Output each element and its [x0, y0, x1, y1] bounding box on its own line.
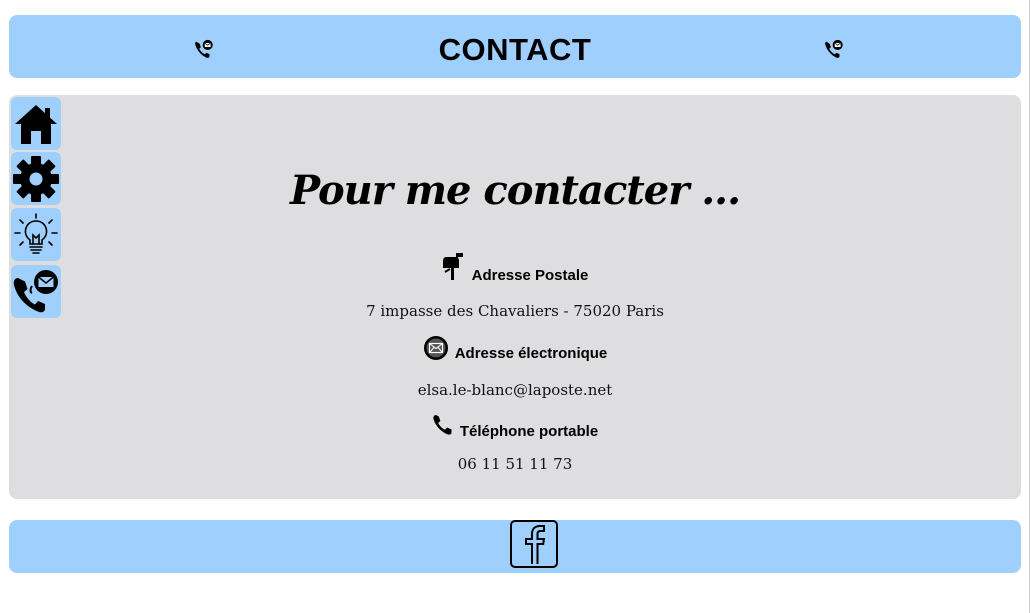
phone-value[interactable]: 06 11 51 11 73	[9, 455, 1021, 473]
mailbox-icon	[442, 252, 466, 285]
lightbulb-icon	[14, 212, 58, 254]
email-address-value[interactable]: elsa.le-blanc@laposte.net	[9, 381, 1021, 399]
page-header: CONTACT	[9, 15, 1021, 78]
page-title: CONTACT	[438, 32, 592, 67]
facebook-link[interactable]	[510, 520, 558, 568]
phone-mail-icon	[823, 39, 845, 61]
page-footer	[9, 520, 1021, 573]
nav-home-button[interactable]	[11, 97, 61, 150]
envelope-circle-icon	[423, 335, 449, 366]
facebook-icon	[525, 525, 546, 564]
postal-address-row: Adresse Postale	[9, 252, 1021, 285]
postal-address-value: 7 impasse des Chavaliers - 75020 Paris	[366, 302, 664, 320]
phone-icon	[432, 414, 454, 441]
home-icon	[15, 104, 57, 144]
email-address-row: Adresse électronique	[9, 335, 1021, 366]
contact-heading: Pour me contacter ...	[289, 167, 741, 214]
phone-label: Téléphone portable	[459, 423, 599, 440]
phone-row: Téléphone portable	[9, 414, 1021, 441]
contact-panel: Pour me contacter ... Adresse Postale 7 …	[9, 95, 1021, 499]
postal-address-label: Adresse Postale	[471, 267, 589, 284]
email-address-label: Adresse électronique	[454, 345, 608, 362]
